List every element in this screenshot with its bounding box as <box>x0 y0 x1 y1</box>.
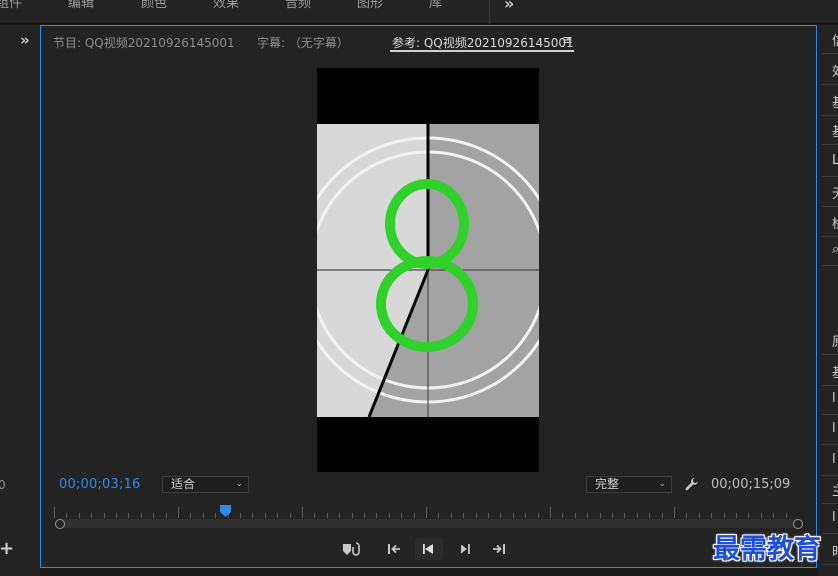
add-marker-button[interactable] <box>338 538 366 560</box>
workspace-tab-audio[interactable]: 音频 <box>285 0 311 11</box>
right-panel-label-fragment[interactable]: 效 <box>832 61 838 80</box>
zoom-level-dropdown[interactable]: 适合 ⌄ <box>162 476 249 493</box>
right-panel-separator <box>822 475 838 476</box>
zoom-level-value: 适合 <box>171 477 196 491</box>
countdown-leader <box>317 124 539 417</box>
right-panel-separator <box>822 53 838 54</box>
right-panel-separator <box>822 354 838 355</box>
step-forward-icon <box>461 544 470 554</box>
zoom-scrollbar-left-handle[interactable] <box>55 519 65 529</box>
tab-program-monitor[interactable]: 节目: QQ视频20210926145001 <box>53 34 235 51</box>
workspace-divider <box>489 0 490 24</box>
workspace-overflow-icon[interactable]: » <box>504 0 514 13</box>
play-reverse-button[interactable] <box>415 538 443 560</box>
left-panel-overflow-icon[interactable]: » <box>20 31 30 49</box>
go-to-out-icon <box>493 544 505 554</box>
zoom-scrollbar-track[interactable] <box>60 519 798 528</box>
workspace-tab-graphics[interactable]: 图形 <box>357 0 383 11</box>
tab-reference-monitor[interactable]: 参考: QQ视频20210926145001 <box>392 34 574 51</box>
playhead[interactable] <box>219 505 231 517</box>
right-panel-label-fragment[interactable]: 无 <box>832 183 838 202</box>
right-panel-label-fragment[interactable]: 主 <box>832 480 838 499</box>
right-panel-separator <box>822 206 838 207</box>
right-panel-label-fragment[interactable]: ⌕ <box>832 242 838 257</box>
left-panel-timecode-fragment: 0 <box>0 478 6 492</box>
marker-icon <box>343 542 360 556</box>
right-panel-label-fragment[interactable]: 检 <box>832 213 838 232</box>
panel-menu-icon[interactable]: ≡ <box>562 33 573 48</box>
right-panel-label-fragment[interactable]: l <box>832 452 836 467</box>
playback-resolution-dropdown[interactable]: 完整 ⌄ <box>586 476 672 493</box>
chevron-down-icon: ⌄ <box>658 479 666 489</box>
right-panel-separator <box>822 265 838 266</box>
workspace-bar: 组件 编辑 颜色 效果 音频 图形 库 » <box>0 0 838 24</box>
active-tab-indicator <box>390 50 574 52</box>
video-frame[interactable] <box>317 68 539 472</box>
right-panel-label-fragment[interactable]: 基 <box>832 92 838 111</box>
chevron-down-icon: ⌄ <box>235 479 243 489</box>
workspace-tab-libraries[interactable]: 库 <box>429 0 442 11</box>
right-panel-label-fragment[interactable]: 基 <box>832 121 838 140</box>
right-panel-separator <box>822 414 838 415</box>
right-panel-separator <box>822 236 838 237</box>
right-panel-label-fragment[interactable]: 基 <box>832 362 838 381</box>
right-panel-label-fragment[interactable]: 时 <box>832 541 838 560</box>
right-panel-label-fragment[interactable]: L <box>832 153 838 168</box>
time-ruler-ticks <box>54 507 787 518</box>
right-panel-label-fragment[interactable]: 原 <box>832 331 838 350</box>
right-panel-separator <box>822 533 838 534</box>
wrench-icon[interactable] <box>685 477 699 491</box>
right-panel-label-fragment[interactable]: l <box>832 391 836 406</box>
add-icon[interactable]: + <box>0 538 14 559</box>
playback-resolution-value: 完整 <box>595 477 620 491</box>
time-ruler[interactable] <box>54 505 798 519</box>
workspace-tab-assembly[interactable]: 组件 <box>0 0 22 11</box>
workspace-tab-effects[interactable]: 效果 <box>213 0 239 11</box>
duration-timecode: 00;00;15;09 <box>711 477 791 492</box>
current-timecode[interactable]: 00;00;03;16 <box>59 477 141 492</box>
right-panel-separator <box>822 144 838 145</box>
go-to-out-button[interactable] <box>485 538 513 560</box>
right-panel-separator <box>822 564 838 565</box>
right-panel-separator <box>822 503 838 504</box>
right-panel-label-fragment[interactable]: l <box>832 510 836 525</box>
play-reverse-icon <box>423 544 433 554</box>
right-panel-separator <box>822 444 838 445</box>
tab-captions[interactable]: 字幕: （无字幕） <box>257 34 349 51</box>
brand-watermark: 最需教育 <box>713 534 821 565</box>
right-panel-separator <box>822 176 838 177</box>
right-panel-label-fragment[interactable]: l <box>832 421 836 436</box>
go-to-in-button[interactable] <box>380 538 408 560</box>
go-to-in-icon <box>388 544 400 554</box>
right-panel-separator <box>822 115 838 116</box>
left-panel-strip <box>0 25 40 576</box>
step-forward-button[interactable] <box>450 538 478 560</box>
right-panel-separator <box>822 84 838 85</box>
right-panel-separator <box>822 385 838 386</box>
workspace-tab-editing[interactable]: 编辑 <box>68 0 94 11</box>
workspace-tab-color[interactable]: 颜色 <box>141 0 167 11</box>
right-panel-label-fragment[interactable]: 信 <box>832 30 838 49</box>
